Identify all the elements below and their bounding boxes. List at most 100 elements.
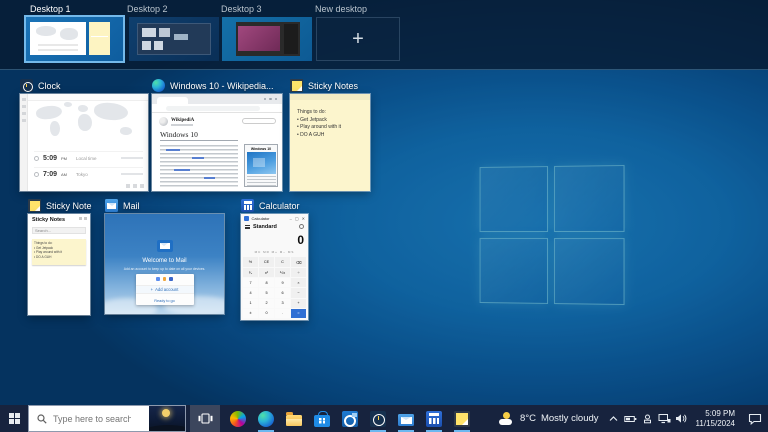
calculator-window-thumbnail[interactable]: Calculator – ▢ ✕ Standard 0 MC MR M+ M− … <box>241 214 308 320</box>
search-input[interactable] <box>53 414 131 424</box>
window-title: Calculator <box>259 201 300 211</box>
calc-key: 3 <box>275 299 290 308</box>
mini-map-blob <box>36 26 56 36</box>
note-line: • DO A GUH <box>297 132 365 140</box>
taskbar-search[interactable] <box>28 405 186 432</box>
sticky-list-window-thumbnail[interactable]: Sticky Notes Search... Things to do: • G… <box>28 214 90 315</box>
taskbar-app-store[interactable] <box>308 405 336 432</box>
article-link-bar <box>166 149 180 151</box>
action-center-icon <box>748 413 762 425</box>
window-controls: – ▢ ✕ <box>290 216 305 221</box>
sticky-list-header: Sticky Notes <box>32 217 65 223</box>
search-icon <box>37 414 47 424</box>
pen-icon[interactable] <box>640 405 655 432</box>
microsoft-store-icon <box>314 415 330 427</box>
taskbar-app-clock[interactable] <box>364 405 392 432</box>
mini-panel <box>142 28 156 37</box>
desktop-1-label[interactable]: Desktop 1 <box>30 4 71 14</box>
volume-icon[interactable] <box>674 405 689 432</box>
article-link-bar <box>174 169 190 171</box>
window-title: Sticky Note <box>46 201 92 211</box>
taskbar-app-mail[interactable] <box>392 405 420 432</box>
calculator-mode: Standard <box>253 224 277 230</box>
taskbar-app-calculator[interactable] <box>420 405 448 432</box>
wikipedia-tagline-bar <box>171 124 193 126</box>
edge-icon <box>258 411 274 427</box>
clock-meridiem: AM <box>61 172 67 177</box>
taskbar-app-outlook[interactable] <box>336 405 364 432</box>
wikipedia-window-thumbnail[interactable]: WikipediA Windows 10 Windows 10 <box>152 94 282 191</box>
calculator-display: 0 <box>297 233 304 247</box>
taskbar: 8°C Mostly cloudy 5:09 PM 11/15/2024 <box>0 405 768 432</box>
taskbar-clock[interactable]: 5:09 PM 11/15/2024 <box>689 405 742 432</box>
mail-subtitle: Add an account to keep up to date on all… <box>105 267 224 271</box>
windows-start-icon <box>9 413 20 424</box>
calc-key: . <box>275 309 290 318</box>
window-title: Clock <box>38 81 61 91</box>
calc-key: ²√x <box>275 268 290 277</box>
action-center-button[interactable] <box>742 405 768 432</box>
start-button[interactable] <box>0 405 28 432</box>
clock-footer-icons <box>126 184 144 188</box>
network-icon[interactable] <box>657 405 672 432</box>
map-continent <box>50 121 60 136</box>
calc-key: 4 <box>243 288 258 297</box>
new-desktop-button[interactable]: + <box>316 17 400 61</box>
chevron-up-icon[interactable] <box>606 405 621 432</box>
calc-key: x² <box>259 268 274 277</box>
mail-window-thumbnail[interactable]: Welcome to Mail Add an account to keep u… <box>105 214 224 314</box>
desktop-2-thumbnail[interactable] <box>129 17 219 61</box>
sticky-notes-icon <box>290 79 303 92</box>
desktop-3-thumbnail[interactable] <box>222 17 312 61</box>
taskbar-app-copilot[interactable] <box>224 405 252 432</box>
mini-clock-row <box>38 49 78 51</box>
window-group-mail: Mail Welcome to Mail Add an account to k… <box>105 199 224 314</box>
bing-daily-image[interactable] <box>149 406 185 431</box>
window-title: Mail <box>123 201 140 211</box>
window-group-clock: Clock 5:09 PM Local time 7:09 AM <box>20 79 148 191</box>
mini-sticky-window <box>89 22 110 55</box>
taskbar-app-sticky-notes[interactable] <box>448 405 476 432</box>
file-explorer-icon <box>286 415 302 426</box>
maximize-icon: ▢ <box>295 216 299 221</box>
battery-icon[interactable] <box>623 405 638 432</box>
hamburger-icon <box>245 225 250 229</box>
clock-app-icon <box>20 79 33 92</box>
mini-window <box>137 23 211 55</box>
outlook-icon <box>342 411 358 427</box>
calculator-keypad: % CE C ⌫ ¹⁄ₓ x² ²√x ÷ 7 8 9 × 4 5 6 − 1 … <box>243 257 306 318</box>
taskbar-app-edge[interactable] <box>252 405 280 432</box>
calc-key: % <box>243 257 258 267</box>
taskbar-app-file-explorer[interactable] <box>280 405 308 432</box>
mail-envelope-icon <box>157 240 173 252</box>
calc-key: − <box>291 288 306 297</box>
clock-meridiem: PM <box>61 156 67 161</box>
desktop-3-label[interactable]: Desktop 3 <box>221 4 262 14</box>
weather-condition: Mostly cloudy <box>541 413 599 424</box>
clock-sidebar <box>20 94 28 191</box>
account-provider-icons <box>136 277 194 281</box>
calc-key: 1 <box>243 299 258 308</box>
map-continent <box>35 104 63 120</box>
world-clock-row: 5:09 PM Local time <box>34 151 143 164</box>
clock-titlebar <box>28 94 148 101</box>
plus-icon: + <box>352 29 364 49</box>
browser-chrome <box>152 94 282 104</box>
taskbar-weather[interactable]: 8°C Mostly cloudy <box>492 405 606 432</box>
calculator-memory-row: MC MR M+ M− MS <box>241 250 308 254</box>
mail-icon <box>105 199 118 212</box>
mail-welcome-text: Welcome to Mail <box>105 258 224 264</box>
calc-key: ⌫ <box>291 257 306 267</box>
clock-window-thumbnail[interactable]: 5:09 PM Local time 7:09 AM Tokyo <box>20 94 148 191</box>
calc-key: + <box>291 299 306 308</box>
calc-key: CE <box>259 257 274 267</box>
task-view-button[interactable] <box>190 405 220 432</box>
sticky-note-text: Things to do: • Get Jetpack • Play aroun… <box>297 109 365 139</box>
window-group-sticky-list: Sticky Note Sticky Notes Search... Thing… <box>28 199 90 315</box>
desktop-1-thumbnail[interactable] <box>26 17 123 61</box>
desktop-2-label[interactable]: Desktop 2 <box>127 4 168 14</box>
calc-key: 2 <box>259 299 274 308</box>
minimize-icon: – <box>290 216 292 221</box>
sticky-note-window-thumbnail[interactable]: Things to do: • Get Jetpack • Play aroun… <box>290 94 370 191</box>
note-line: Things to do: <box>297 109 365 117</box>
